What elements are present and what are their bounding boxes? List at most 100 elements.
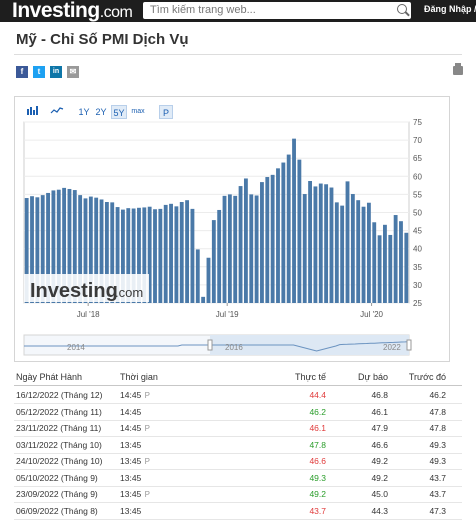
time-value: 13:45 <box>120 456 142 466</box>
linkedin-share-icon[interactable]: in <box>50 66 62 78</box>
y-tick-label: 45 <box>413 227 422 236</box>
y-tick-label: 75 <box>413 118 422 127</box>
y-tick-label: 25 <box>413 299 422 308</box>
time-value: 14:45 <box>120 423 142 433</box>
chart-bar <box>249 194 254 303</box>
chart-bar <box>270 174 275 303</box>
chart-bar <box>383 224 387 303</box>
time-value: 13:45 <box>120 439 142 450</box>
chart-bar <box>329 187 334 303</box>
col-release-date[interactable]: Ngày Phát Hành <box>16 372 82 382</box>
chart-bar <box>393 215 398 303</box>
time-value: 13:45 <box>120 472 142 483</box>
y-tick-label: 55 <box>413 190 422 199</box>
chart-bar <box>286 154 291 303</box>
twitter-share-icon[interactable]: t <box>33 66 45 78</box>
col-previous[interactable]: Trước đó <box>409 372 446 382</box>
overview-label-2014: 2014 <box>67 343 85 352</box>
chart-bar <box>190 208 195 303</box>
chart-bar <box>308 181 313 303</box>
chart-bar <box>340 205 345 303</box>
chart-bar <box>265 177 270 303</box>
search-input[interactable]: Tìm kiếm trang web... <box>143 2 411 19</box>
chart-bar <box>281 162 286 303</box>
release-time: 14:45 <box>120 404 142 421</box>
chart-bar <box>233 195 238 303</box>
chart-bar <box>334 202 339 303</box>
actual-value: 46.6 <box>309 456 326 466</box>
time-value: 13:45 <box>120 505 142 516</box>
login-link[interactable]: Đăng Nhập / <box>424 4 476 14</box>
actual-value: 47.8 <box>309 439 326 450</box>
chart-bar <box>313 186 318 303</box>
actual-value: 44.4 <box>309 390 326 400</box>
release-time: 14:45 P <box>120 420 150 437</box>
chart-bar <box>356 200 361 303</box>
x-tick-label: Jul '19 <box>216 310 239 319</box>
page-title: Mỹ - Chỉ Số PMI Dịch Vụ <box>16 31 189 48</box>
chart-bar <box>179 202 184 303</box>
release-date: 24/10/2022 (Tháng 10) <box>16 456 103 466</box>
forecast-value: 45.0 <box>371 489 388 499</box>
pmi-bar-chart: 25 30 35 40 45 50 55 60 65 70 75 Jul '18 Jul '19 Jul … <box>23 118 422 356</box>
search-placeholder: Tìm kiếm trang web... <box>150 4 256 16</box>
col-actual[interactable]: Thực tế <box>295 372 326 382</box>
release-time: 13:45 <box>120 470 142 487</box>
chart-bar <box>276 168 280 303</box>
table-row: 06/09/2022 (Tháng 8) 13:45 43.7 44.3 47.3 <box>14 503 462 520</box>
preliminary-marker: P <box>144 490 150 499</box>
y-tick-label: 30 <box>413 281 422 290</box>
forecast-value: 46.6 <box>371 439 388 450</box>
table-row: 03/11/2022 (Tháng 10) 13:45 47.8 46.6 49.3 <box>14 437 462 454</box>
release-date: 06/09/2022 (Tháng 8) <box>16 505 98 516</box>
table-header-divider <box>14 385 462 386</box>
chart-bar <box>254 195 259 303</box>
actual-value: 46.1 <box>309 423 326 433</box>
chart-bar <box>211 220 216 303</box>
chart-bar <box>217 209 222 303</box>
table-row: 23/11/2022 (Tháng 11) 14:45 P 46.1 47.9 47.8 <box>14 420 462 437</box>
chart-bar <box>345 181 350 303</box>
y-tick-label: 60 <box>413 172 422 181</box>
chart-bar <box>243 178 248 303</box>
search-icon[interactable] <box>397 4 407 14</box>
previous-value: 47.8 <box>429 406 446 417</box>
x-tick-label: Jul '18 <box>77 310 100 319</box>
y-tick-label: 50 <box>413 209 422 218</box>
chart-bar <box>163 204 168 303</box>
investing-logo[interactable]: Investing.com <box>12 0 133 22</box>
facebook-share-icon[interactable]: f <box>16 66 28 78</box>
chart-bar <box>174 206 179 303</box>
chart-bar <box>361 206 366 303</box>
investing-watermark-suffix: .com <box>115 285 143 300</box>
actual-value: 49.2 <box>309 489 326 499</box>
overview-label-2016: 2016 <box>225 343 243 352</box>
overview-label-2022: 2022 <box>383 343 401 352</box>
table-row: 05/10/2022 (Tháng 9) 13:45 49.3 49.2 43.7 <box>14 470 462 487</box>
release-date: 23/09/2022 (Tháng 9) <box>16 489 98 499</box>
previous-value: 46.2 <box>429 390 446 400</box>
previous-value: 49.3 <box>429 439 446 450</box>
y-tick-label: 65 <box>413 154 422 163</box>
chart-bar <box>297 159 302 303</box>
release-date: 16/12/2022 (Tháng 12) <box>16 390 103 400</box>
actual-value: 49.3 <box>309 472 326 483</box>
previous-value: 47.3 <box>429 505 446 516</box>
previous-value: 43.7 <box>429 489 446 499</box>
col-time[interactable]: Thời gian <box>120 372 158 382</box>
top-navigation-bar: Investing.com Tìm kiếm trang web... Đăng… <box>0 0 476 22</box>
chart-bar <box>324 184 329 303</box>
x-tick-label: Jul '20 <box>360 310 383 319</box>
forecast-value: 46.8 <box>371 390 388 400</box>
actual-value: 43.7 <box>309 505 326 516</box>
chart-bar <box>404 232 409 303</box>
print-icon[interactable] <box>453 63 463 75</box>
col-forecast[interactable]: Dự báo <box>358 372 388 382</box>
chart-bar <box>292 138 296 303</box>
email-share-icon[interactable]: ✉ <box>67 66 79 78</box>
release-time: 14:45 P <box>120 387 150 404</box>
chart-bar <box>169 203 173 303</box>
release-date: 05/10/2022 (Tháng 9) <box>16 472 98 483</box>
chart-bar <box>206 257 211 303</box>
chart-bar <box>238 186 243 303</box>
